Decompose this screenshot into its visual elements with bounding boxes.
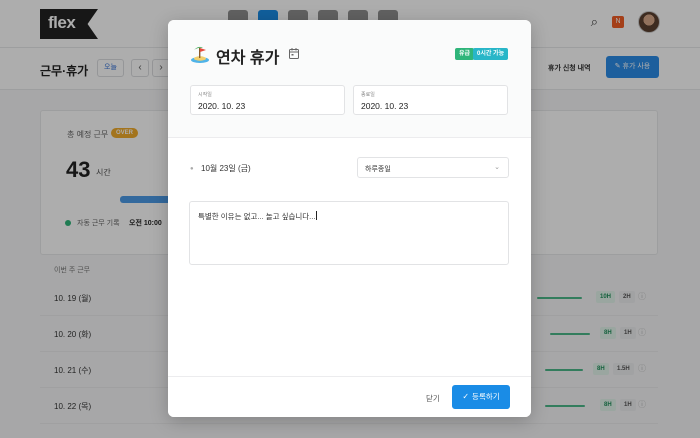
available-hours-badge: 0시간 가능 [473,48,509,60]
check-icon: ✓ [462,392,470,401]
paid-badge: 유급 [455,48,475,60]
duration-select[interactable]: 하루종일 ⌄ [357,157,509,178]
start-date-value: 2020. 10. 23 [198,101,246,111]
modal-title: 연차 휴가 [216,50,280,67]
close-button[interactable]: 닫기 [426,393,440,404]
text-cursor [316,211,318,220]
duration-value: 하루종일 [365,166,391,173]
end-date-field[interactable]: 종료일 2020. 10. 23 [353,85,508,115]
reason-text: 특별한 이유는 없고... 놀고 싶습니다... [198,211,318,222]
submit-label: 등록하기 [472,392,500,401]
end-date-value: 2020. 10. 23 [361,101,409,111]
reason-textarea[interactable]: 특별한 이유는 없고... 놀고 싶습니다... [189,201,509,265]
start-date-field[interactable]: 시작일 2020. 10. 23 [190,85,345,115]
bullet-icon: ● [190,166,194,172]
chevron-down-icon: ⌄ [494,164,500,171]
leave-day-label: 10월 23일 (금) [201,164,251,173]
calendar-icon[interactable] [289,48,299,59]
island-emoji-icon [191,46,209,63]
leave-request-modal: 연차 휴가 유급 0시간 가능 시작일 2020. 10. 23 종료일 202… [168,20,531,417]
submit-button[interactable]: ✓ 등록하기 [452,385,510,409]
end-date-label: 종료일 [361,92,375,98]
start-date-label: 시작일 [198,92,212,98]
reason-value: 특별한 이유는 없고... 놀고 싶습니다... [198,212,316,221]
modal-header: 연차 휴가 유급 0시간 가능 시작일 2020. 10. 23 종료일 202… [168,20,531,138]
